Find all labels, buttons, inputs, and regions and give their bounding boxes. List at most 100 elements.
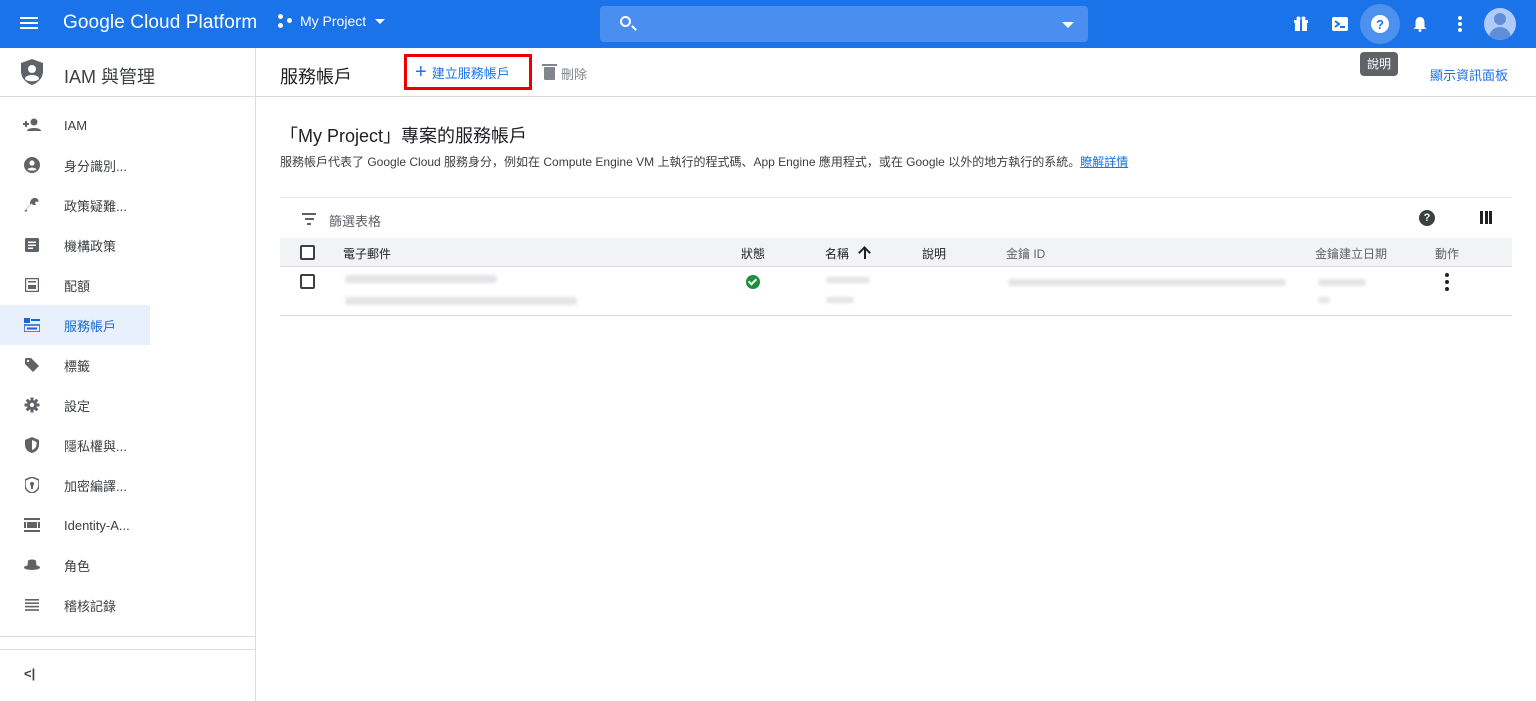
sidebar-item-label: 服務帳戶	[64, 318, 117, 334]
sidebar-item-label: 設定	[64, 398, 91, 414]
sort-ascending-arrow-icon[interactable]	[858, 245, 872, 259]
sidebar-nav: IAM 身分識別... 政策疑難... 機構政策 配額 服務帳戶 標籤 設定 隱…	[0, 105, 255, 625]
encryption-shield-icon	[23, 476, 41, 494]
column-header-email[interactable]: 電子郵件	[343, 245, 391, 262]
search-dropdown-icon[interactable]	[1062, 22, 1074, 28]
quota-icon	[23, 276, 41, 294]
gear-icon	[23, 396, 41, 414]
sidebar-header: IAM 與管理	[0, 48, 255, 97]
name-redacted	[826, 277, 870, 283]
gift-icon[interactable]	[1289, 12, 1313, 36]
key-date-redacted	[1318, 279, 1366, 286]
sidebar-item-label: 角色	[64, 558, 91, 574]
sidebar-item-settings[interactable]: 設定	[0, 385, 150, 425]
help-icon: ?	[1371, 15, 1389, 33]
search-input[interactable]	[600, 6, 1088, 42]
column-header-actions: 動作	[1435, 247, 1460, 261]
sidebar-item-label: 隱私權與...	[64, 438, 127, 454]
create-service-account-label: 建立服務帳戶	[431, 65, 510, 81]
sidebar-item-label: 標籤	[64, 358, 91, 374]
hamburger-menu-icon[interactable]	[20, 14, 44, 34]
column-header-key-id: 金鑰 ID	[1006, 247, 1046, 261]
key-date-redacted-line2	[1318, 297, 1330, 303]
column-display-icon[interactable]	[1480, 211, 1492, 224]
delete-label: 刪除	[561, 67, 588, 82]
table-header: 電子郵件 狀態 名稱 說明 金鑰 ID 金鑰建立日期 動作	[280, 238, 1512, 267]
filter-table-input[interactable]: 篩選表格	[329, 211, 381, 230]
top-app-bar: Google Cloud Platform My Project ?	[0, 0, 1536, 48]
wrench-icon	[23, 196, 41, 214]
email-redacted[interactable]	[345, 275, 497, 283]
key-id-redacted	[1008, 279, 1286, 286]
filter-icon[interactable]	[302, 213, 316, 225]
sidebar-item-org-policies[interactable]: 機構政策	[0, 225, 150, 265]
sidebar-item-service-accounts[interactable]: 服務帳戶	[0, 305, 150, 345]
more-vert-icon[interactable]	[1448, 12, 1472, 36]
plus-icon: +	[415, 61, 427, 83]
page-title: 服務帳戶	[280, 67, 352, 87]
email-redacted-line2	[345, 297, 577, 305]
sidebar-item-iam[interactable]: IAM	[0, 105, 150, 145]
column-header-description[interactable]: 說明	[922, 245, 946, 262]
sidebar-item-audit-logs[interactable]: 稽核記錄	[0, 585, 150, 625]
select-all-checkbox[interactable]	[300, 245, 315, 260]
show-info-panel-link[interactable]: 顯示資訊面板	[1430, 65, 1508, 84]
column-header-key-created: 金鑰建立日期	[1315, 247, 1388, 261]
sidebar-item-quotas[interactable]: 配額	[0, 265, 150, 305]
sidebar-item-label: 配額	[64, 278, 91, 294]
trash-icon	[542, 64, 557, 80]
tag-icon	[23, 356, 41, 374]
sidebar-item-encryption[interactable]: 加密編譯...	[0, 465, 150, 505]
account-avatar[interactable]	[1484, 8, 1516, 40]
sidebar-item-label: 政策疑難...	[64, 198, 127, 214]
project-name: My Project	[300, 13, 367, 29]
notifications-bell-icon[interactable]	[1408, 12, 1432, 36]
list-lines-icon	[23, 596, 41, 614]
service-accounts-table: 電子郵件 狀態 名稱 說明 金鑰 ID 金鑰建立日期 動作	[280, 238, 1512, 316]
privacy-shield-icon	[23, 436, 41, 454]
sidebar-item-label: 稽核記錄	[64, 598, 117, 614]
sidebar: IAM 與管理 IAM 身分識別... 政策疑難... 機構政策 配額 服務帳戶…	[0, 48, 256, 701]
row-actions-more-vert-icon[interactable]	[1444, 273, 1450, 293]
sidebar-item-troubleshooter[interactable]: 政策疑難...	[0, 185, 150, 225]
table-row[interactable]	[280, 267, 1512, 316]
row-checkbox[interactable]	[300, 274, 315, 289]
person-add-icon	[23, 116, 41, 134]
delete-button[interactable]: 刪除	[542, 64, 588, 83]
sidebar-item-label: 加密編譯...	[64, 478, 127, 494]
project-selector[interactable]: My Project	[278, 13, 386, 29]
sidebar-item-labels[interactable]: 標籤	[0, 345, 150, 385]
table-help-icon[interactable]: ?	[1419, 210, 1435, 226]
cloud-shell-terminal-icon[interactable]	[1328, 12, 1352, 36]
sidebar-item-label: IAM	[64, 117, 88, 133]
sidebar-item-identity-aware-proxy[interactable]: Identity-A...	[0, 505, 150, 545]
sidebar-item-privacy[interactable]: 隱私權與...	[0, 425, 150, 465]
sidebar-item-label: 身分識別...	[64, 158, 127, 174]
section-description: 服務帳戶代表了 Google Cloud 服務身分，例如在 Compute En…	[280, 153, 1128, 170]
status-enabled-check-icon	[746, 275, 760, 289]
column-header-status[interactable]: 狀態	[741, 245, 765, 262]
sidebar-item-label: 機構政策	[64, 238, 117, 254]
name-redacted-line2	[826, 297, 854, 303]
sidebar-title: IAM 與管理	[64, 67, 156, 87]
sidebar-item-identity[interactable]: 身分識別...	[0, 145, 150, 185]
chevron-down-icon	[375, 18, 386, 24]
learn-more-link[interactable]: 瞭解詳情	[1080, 155, 1128, 169]
iam-shield-icon	[21, 59, 43, 85]
main-content: 服務帳戶 + 建立服務帳戶 刪除 顯示資訊面板 「My Project」專案的服…	[256, 48, 1536, 701]
search-icon	[620, 16, 631, 27]
action-bar: 服務帳戶 + 建立服務帳戶 刪除 顯示資訊面板	[256, 48, 1536, 97]
sidebar-item-roles[interactable]: 角色	[0, 545, 150, 585]
column-header-name[interactable]: 名稱	[825, 245, 849, 262]
account-circle-icon	[23, 156, 41, 174]
identity-aware-icon	[23, 516, 41, 534]
brand-logo-text[interactable]: Google Cloud Platform	[63, 12, 257, 34]
collapse-sidebar-icon[interactable]: <|	[24, 666, 35, 681]
project-nodes-icon	[278, 13, 294, 29]
help-button[interactable]: ?	[1360, 4, 1400, 44]
description-text: 服務帳戶代表了 Google Cloud 服務身分，例如在 Compute En…	[280, 155, 1081, 169]
service-account-icon	[23, 316, 41, 334]
document-list-icon	[23, 236, 41, 254]
hat-icon	[23, 556, 41, 574]
create-service-account-button[interactable]: + 建立服務帳戶	[404, 54, 532, 90]
